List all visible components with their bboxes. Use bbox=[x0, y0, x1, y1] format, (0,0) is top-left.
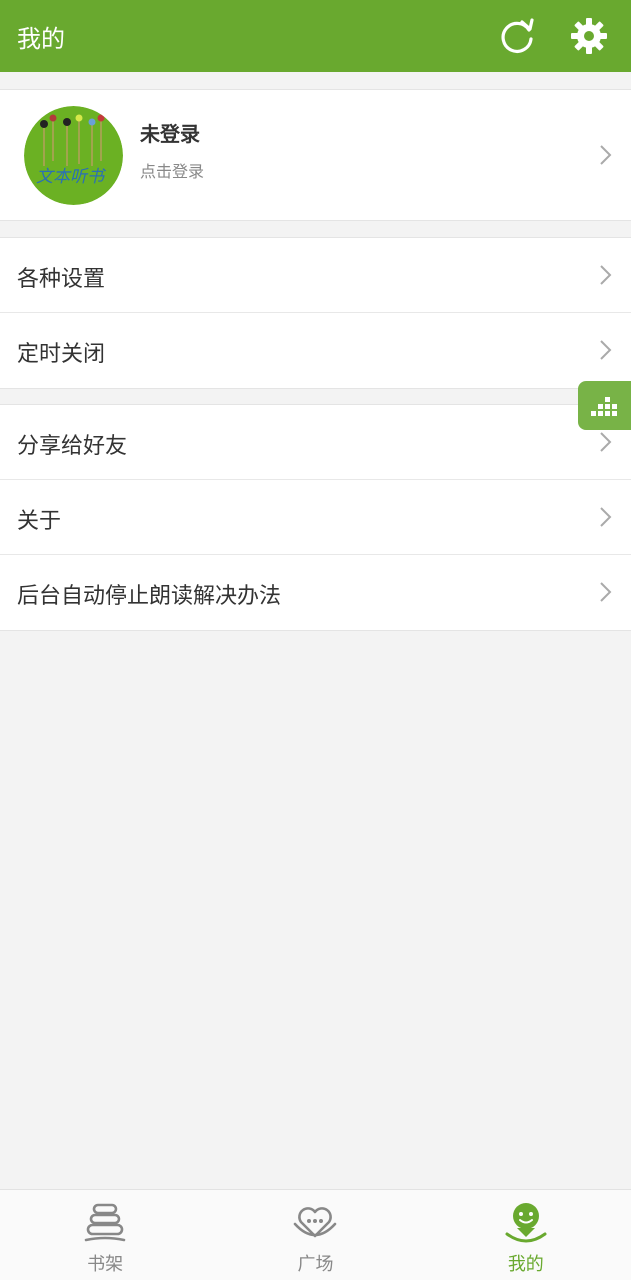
square-heart-icon bbox=[294, 1207, 337, 1238]
top-bar: 我的 bbox=[0, 0, 631, 72]
menu-item-timer-close[interactable]: 定时关闭 bbox=[0, 313, 631, 388]
floating-player-button[interactable] bbox=[578, 381, 631, 430]
tab-bookshelf[interactable]: 书架 bbox=[0, 1190, 210, 1280]
menu-item-settings[interactable]: 各种设置 bbox=[0, 238, 631, 313]
menu-item-label: 分享给好友 bbox=[17, 434, 128, 459]
refresh-button[interactable] bbox=[495, 14, 539, 58]
chevron-right-icon bbox=[600, 582, 612, 602]
menu-item-share[interactable]: 分享给好友 bbox=[0, 405, 631, 480]
menu-item-label: 关于 bbox=[17, 509, 62, 534]
refresh-icon bbox=[501, 18, 534, 53]
chevron-right-icon bbox=[600, 507, 612, 527]
chevron-right-icon bbox=[600, 265, 612, 285]
tab-label: 我的 bbox=[507, 1254, 544, 1275]
chevron-right-icon bbox=[600, 432, 612, 452]
info-group: 分享给好友 关于 后台自动停止朗读解决办法 bbox=[0, 404, 631, 631]
profile-login-hint[interactable]: 点击登录 bbox=[140, 158, 204, 182]
gear-icon bbox=[571, 18, 607, 54]
tab-mine[interactable]: 我的 bbox=[421, 1190, 631, 1280]
tab-label: 书架 bbox=[87, 1254, 124, 1275]
menu-item-label: 后台自动停止朗读解决办法 bbox=[17, 584, 282, 609]
settings-group: 各种设置 定时关闭 bbox=[0, 237, 631, 389]
menu-item-about[interactable]: 关于 bbox=[0, 480, 631, 555]
tab-square[interactable]: 广场 bbox=[210, 1190, 420, 1280]
menu-item-label: 各种设置 bbox=[17, 267, 106, 292]
bottom-navigation: 书架 广场 我的 bbox=[0, 1189, 631, 1280]
profile-card[interactable]: 文本听书 未登录 点击登录 bbox=[0, 89, 631, 221]
profile-face-icon bbox=[505, 1203, 547, 1243]
settings-button[interactable] bbox=[567, 14, 611, 58]
equalizer-icon bbox=[590, 396, 617, 416]
bookshelf-icon bbox=[84, 1203, 126, 1242]
tab-label: 广场 bbox=[297, 1254, 334, 1275]
menu-item-background-fix[interactable]: 后台自动停止朗读解决办法 bbox=[0, 555, 631, 630]
chevron-right-icon bbox=[600, 340, 612, 360]
chevron-right-icon bbox=[600, 145, 612, 165]
menu-item-label: 定时关闭 bbox=[17, 342, 106, 367]
avatar: 文本听书 bbox=[24, 106, 123, 205]
page-title: 我的 bbox=[17, 24, 65, 53]
profile-name: 未登录 bbox=[140, 122, 200, 146]
avatar-logo-text: 文本听书 bbox=[36, 167, 107, 187]
